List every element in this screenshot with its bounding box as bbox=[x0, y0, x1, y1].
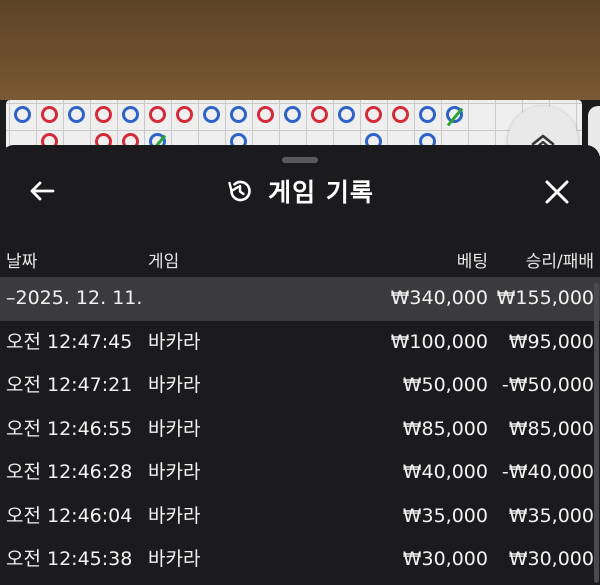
column-header-bet: 베팅 bbox=[456, 252, 488, 272]
column-header-result: 승리/패배 bbox=[525, 252, 594, 272]
banker-bead bbox=[149, 106, 166, 123]
row-time: 오전 12:47:45 bbox=[6, 330, 133, 353]
history-table: –2025. 12. 11. ₩340,000 ₩155,000 오전 12:4… bbox=[0, 277, 600, 582]
tie-mark bbox=[446, 107, 463, 127]
close-icon bbox=[545, 180, 569, 204]
row-time: 오전 12:46:28 bbox=[6, 461, 133, 483]
banker-bead bbox=[311, 106, 328, 123]
summary-date: –2025. 12. 11. bbox=[6, 287, 143, 309]
banker-bead bbox=[41, 106, 58, 123]
sheet-header: 게임 기록 bbox=[0, 165, 600, 221]
row-game: 바카라 bbox=[148, 548, 201, 570]
row-result: ₩85,000 bbox=[508, 417, 594, 440]
table-row[interactable]: 오전 12:46:55 바카라 ₩85,000 ₩85,000 bbox=[0, 408, 600, 452]
row-bet: ₩100,000 bbox=[390, 330, 488, 353]
history-bottom-sheet: 게임 기록 날짜 게임 베팅 승리/패배 –2025. 12. 11. ₩340… bbox=[0, 145, 600, 585]
row-time: 오전 12:45:38 bbox=[6, 548, 133, 570]
row-game: 바카라 bbox=[148, 417, 201, 440]
row-result: ₩95,000 bbox=[508, 330, 594, 353]
row-bet: ₩40,000 bbox=[402, 461, 488, 483]
banker-bead bbox=[176, 106, 193, 123]
player-bead bbox=[419, 106, 436, 123]
row-bet: ₩30,000 bbox=[402, 548, 488, 570]
row-bet: ₩50,000 bbox=[402, 374, 488, 396]
row-result: -₩40,000 bbox=[501, 461, 594, 483]
date-summary-row[interactable]: –2025. 12. 11. ₩340,000 ₩155,000 bbox=[0, 277, 600, 321]
scrollbar[interactable] bbox=[594, 283, 599, 583]
player-bead bbox=[14, 106, 31, 123]
title-group: 게임 기록 bbox=[0, 171, 600, 211]
game-table-background bbox=[0, 0, 600, 100]
row-time: 오전 12:46:04 bbox=[6, 504, 133, 527]
table-row[interactable]: 오전 12:46:28 바카라 ₩40,000 -₩40,000 bbox=[0, 451, 600, 495]
row-bet: ₩85,000 bbox=[402, 417, 488, 440]
column-header-game: 게임 bbox=[148, 252, 180, 272]
sheet-grabber[interactable] bbox=[282, 157, 318, 163]
row-time: 오전 12:47:21 bbox=[6, 374, 133, 396]
close-button[interactable] bbox=[538, 173, 576, 211]
table-row[interactable]: 오전 12:47:21 바카라 ₩50,000 -₩50,000 bbox=[0, 364, 600, 408]
row-game: 바카라 bbox=[148, 461, 201, 483]
player-bead bbox=[122, 106, 139, 123]
banker-bead bbox=[257, 106, 274, 123]
player-bead bbox=[338, 106, 355, 123]
row-bet: ₩35,000 bbox=[402, 504, 488, 527]
row-time: 오전 12:46:55 bbox=[6, 417, 133, 440]
tie-bead bbox=[446, 106, 463, 127]
player-bead bbox=[284, 106, 301, 123]
banker-bead bbox=[392, 106, 409, 123]
banker-bead bbox=[95, 106, 112, 123]
player-bead bbox=[68, 106, 85, 123]
banker-bead bbox=[365, 106, 382, 123]
column-header-date: 날짜 bbox=[6, 252, 38, 272]
row-result: ₩35,000 bbox=[508, 504, 594, 527]
summary-result: ₩155,000 bbox=[496, 287, 594, 309]
player-bead bbox=[203, 106, 220, 123]
table-row[interactable]: 오전 12:47:45 바카라 ₩100,000 ₩95,000 bbox=[0, 321, 600, 365]
table-row[interactable]: 오전 12:46:04 바카라 ₩35,000 ₩35,000 bbox=[0, 495, 600, 539]
row-result: ₩30,000 bbox=[508, 548, 594, 570]
history-icon bbox=[226, 177, 254, 205]
player-bead bbox=[230, 106, 247, 123]
summary-bet: ₩340,000 bbox=[390, 287, 488, 309]
row-result: -₩50,000 bbox=[501, 374, 594, 396]
row-game: 바카라 bbox=[148, 504, 201, 527]
page-title: 게임 기록 bbox=[268, 178, 374, 207]
table-row[interactable]: 오전 12:45:38 바카라 ₩30,000 ₩30,000 bbox=[0, 538, 600, 582]
row-game: 바카라 bbox=[148, 374, 201, 396]
row-game: 바카라 bbox=[148, 330, 201, 353]
